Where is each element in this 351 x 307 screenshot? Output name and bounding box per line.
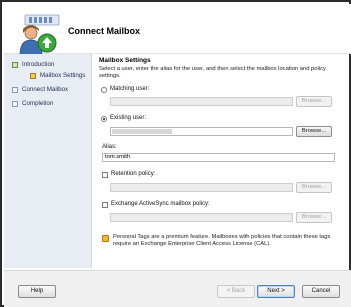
nav-item-label: Completion xyxy=(22,100,54,107)
alias-label: Alias: xyxy=(102,144,117,150)
retention-policy-field xyxy=(110,183,293,192)
mailbox-settings-panel: Mailbox Settings Select a user, enter th… xyxy=(99,54,343,268)
activesync-policy-checkbox[interactable] xyxy=(102,202,108,208)
wizard-window: Connect Mailbox Introduction Mailbox Set… xyxy=(0,0,351,307)
activesync-policy-field xyxy=(110,213,293,222)
matching-user-label: Matching user: xyxy=(110,86,150,92)
step-status-icon xyxy=(12,100,18,107)
step-status-icon xyxy=(12,86,18,93)
personal-tags-text: Personal Tags are a premium feature. Mai… xyxy=(113,234,331,247)
nav-item-completion[interactable]: Completion xyxy=(12,100,53,107)
wizard-steps-nav: Introduction Mailbox Settings Connect Ma… xyxy=(4,54,92,268)
alias-input[interactable]: tom.smith xyxy=(102,153,335,162)
activesync-browse-button[interactable]: Browse... xyxy=(296,212,332,223)
nav-item-label: Mailbox Settings xyxy=(40,72,86,79)
section-description: Select a user, enter the alias for the u… xyxy=(99,66,326,79)
back-button[interactable]: < Back xyxy=(217,285,255,298)
step-status-icon xyxy=(12,61,18,68)
matching-user-radio[interactable] xyxy=(101,87,107,93)
section-heading: Mailbox Settings xyxy=(99,57,151,64)
retention-browse-button[interactable]: Browse... xyxy=(296,182,332,193)
info-icon xyxy=(102,235,109,242)
existing-user-radio[interactable] xyxy=(101,116,107,122)
retention-policy-label: Retention policy: xyxy=(111,171,156,177)
matching-user-browse-button[interactable]: Browse... xyxy=(296,96,332,107)
wizard-title: Connect Mailbox xyxy=(68,26,141,36)
existing-user-browse-button[interactable]: Browse... xyxy=(296,126,332,137)
wizard-users-icon xyxy=(19,14,60,55)
existing-user-field[interactable] xyxy=(110,127,293,136)
matching-user-field xyxy=(110,97,293,106)
nav-item-label: Connect Mailbox xyxy=(22,86,69,93)
step-status-icon xyxy=(30,72,36,79)
wizard-footer: Help < Back Next > Cancel xyxy=(4,270,351,307)
existing-user-label: Existing user: xyxy=(110,115,147,121)
next-button[interactable]: Next > xyxy=(257,285,295,298)
existing-user-selection xyxy=(112,129,172,134)
wizard-header: Connect Mailbox xyxy=(4,4,351,55)
help-button[interactable]: Help xyxy=(18,285,56,298)
personal-tags-note: Personal Tags are a premium feature. Mai… xyxy=(102,234,340,248)
nav-item-label: Introduction xyxy=(22,61,55,68)
nav-item-introduction[interactable]: Introduction xyxy=(12,61,54,68)
retention-policy-checkbox[interactable] xyxy=(102,172,108,178)
nav-item-connect-mailbox[interactable]: Connect Mailbox xyxy=(12,86,68,93)
cancel-button[interactable]: Cancel xyxy=(302,285,340,298)
nav-item-mailbox-settings[interactable]: Mailbox Settings xyxy=(30,72,85,79)
activesync-policy-label: Exchange ActiveSync mailbox policy: xyxy=(111,201,210,207)
